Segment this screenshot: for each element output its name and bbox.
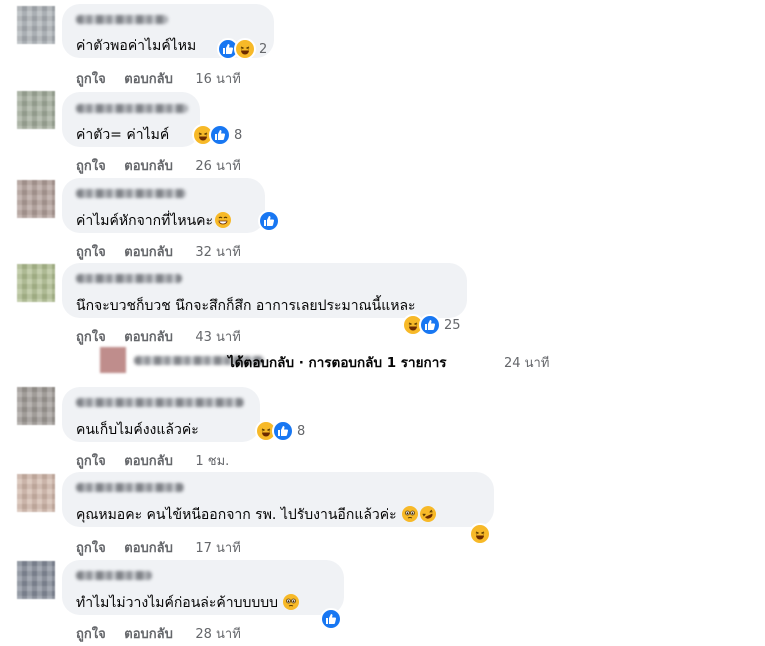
comment-timestamp[interactable]: 16 นาที — [195, 68, 240, 89]
comment-timestamp[interactable]: 32 นาที — [195, 241, 240, 262]
comment-text: ทำไมไม่วางไมค์ก่อนล่ะค้าบบบบบ — [76, 592, 300, 614]
avatar[interactable] — [17, 91, 55, 129]
like-button[interactable]: ถูกใจ — [76, 241, 106, 262]
comment-timestamp[interactable]: 28 นาที — [195, 623, 240, 644]
like-reaction-icon — [320, 608, 342, 630]
like-button[interactable]: ถูกใจ — [76, 537, 106, 558]
comment-author-blurred[interactable] — [76, 104, 188, 113]
comment-actions: ถูกใจ ตอบกลับ 17 นาที — [76, 537, 241, 558]
reply-button[interactable]: ตอบกลับ — [124, 326, 173, 347]
reaction-summary[interactable]: 8 — [255, 420, 305, 442]
reaction-summary[interactable] — [469, 523, 491, 545]
rolling-laughing-emoji-icon — [417, 503, 439, 525]
comment-bubble: คนเก็บไมค์งงแล้วค่ะ — [62, 387, 260, 442]
comment-text: ค่าตัว= ค่าไมค์ — [76, 127, 170, 143]
comment-actions: ถูกใจ ตอบกลับ 1 ชม. — [76, 450, 229, 471]
avatar[interactable] — [17, 561, 55, 599]
reaction-count: 2 — [259, 41, 268, 57]
comment-bubble: ค่าตัว= ค่าไมค์ — [62, 92, 200, 147]
like-reaction-icon — [419, 314, 441, 336]
comment-text-content: คุณหมอคะ คนไข้หนีออกจาก รพ. ไปรับงานอีกแ… — [76, 507, 397, 523]
like-reaction-icon — [258, 210, 280, 232]
comment-bubble: ค่าไมค์หักจากที่ไหนคะ — [62, 178, 265, 233]
reply-button[interactable]: ตอบกลับ — [124, 68, 173, 89]
comment-bubble: นึกจะบวชก็บวช นึกจะสึกก็สึก อาการเลยประม… — [62, 263, 467, 318]
comment-text: คุณหมอคะ คนไข้หนีออกจาก รพ. ไปรับงานอีกแ… — [76, 503, 439, 526]
like-button[interactable]: ถูกใจ — [76, 68, 106, 89]
comment-author-blurred[interactable] — [76, 15, 168, 24]
avatar[interactable] — [17, 264, 55, 302]
reaction-count: 8 — [297, 423, 306, 439]
reply-button[interactable]: ตอบกลับ — [124, 450, 173, 471]
comment-text: นึกจะบวชก็บวช นึกจะสึกก็สึก อาการเลยประม… — [76, 298, 416, 314]
comment-author-blurred[interactable] — [76, 571, 152, 580]
like-reaction-icon — [209, 124, 231, 146]
reply-button[interactable]: ตอบกลับ — [124, 537, 173, 558]
comment-actions: ถูกใจ ตอบกลับ 32 นาที — [76, 241, 241, 262]
reply-button[interactable]: ตอบกลับ — [124, 155, 173, 176]
reaction-summary[interactable]: 2 — [217, 38, 267, 60]
reaction-summary[interactable]: 8 — [192, 124, 242, 146]
comment-timestamp[interactable]: 1 ชม. — [195, 450, 229, 471]
comment-author-blurred[interactable] — [76, 274, 182, 283]
reaction-summary[interactable]: 25 — [402, 314, 461, 336]
reply-avatar — [100, 347, 126, 373]
reply-button[interactable]: ตอบกลับ — [124, 241, 173, 262]
reply-summary-text[interactable]: ได้ตอบกลับ · การตอบกลับ 1 รายการ — [228, 351, 447, 373]
comment-bubble: คุณหมอคะ คนไข้หนีออกจาก รพ. ไปรับงานอีกแ… — [62, 472, 494, 527]
pleading-face-emoji-icon — [401, 506, 418, 522]
reaction-summary[interactable] — [320, 608, 342, 630]
comment-actions: ถูกใจ ตอบกลับ 26 นาที — [76, 155, 241, 176]
comment-bubble: ทำไมไม่วางไมค์ก่อนล่ะค้าบบบบบ — [62, 560, 344, 615]
comment-author-blurred[interactable] — [76, 189, 186, 198]
reaction-count: 25 — [444, 317, 461, 333]
comment-text: ค่าไมค์หักจากที่ไหนคะ — [76, 210, 232, 232]
like-button[interactable]: ถูกใจ — [76, 450, 106, 471]
comment-actions: ถูกใจ ตอบกลับ 16 นาที — [76, 68, 241, 89]
comment-text-content: ค่าไมค์หักจากที่ไหนคะ — [76, 213, 214, 229]
like-button[interactable]: ถูกใจ — [76, 623, 106, 644]
pleading-face-emoji-icon — [283, 594, 300, 610]
avatar[interactable] — [17, 474, 55, 512]
comment-text: คนเก็บไมค์งงแล้วค่ะ — [76, 422, 199, 438]
comment-author-blurred[interactable] — [76, 398, 244, 407]
like-button[interactable]: ถูกใจ — [76, 155, 106, 176]
comment-timestamp[interactable]: 17 นาที — [195, 537, 240, 558]
comment-text-content: ทำไมไม่วางไมค์ก่อนล่ะค้าบบบบบ — [76, 595, 279, 611]
comment-actions: ถูกใจ ตอบกลับ 43 นาที — [76, 326, 241, 347]
comment-timestamp[interactable]: 43 นาที — [195, 326, 240, 347]
reaction-count: 8 — [234, 127, 243, 143]
comment-text: ค่าตัวพอค่าไมค์ไหม — [76, 38, 197, 54]
comment-actions: ถูกใจ ตอบกลับ 28 นาที — [76, 623, 241, 644]
grinning-smiling-eyes-emoji-icon — [215, 212, 232, 228]
comment-timestamp[interactable]: 26 นาที — [195, 155, 240, 176]
reply-timestamp: 24 นาที — [504, 356, 550, 371]
avatar[interactable] — [17, 180, 55, 218]
avatar[interactable] — [17, 6, 55, 44]
haha-reaction-icon — [234, 38, 256, 60]
avatar[interactable] — [17, 387, 55, 425]
like-button[interactable]: ถูกใจ — [76, 326, 106, 347]
view-replies-link[interactable]: ได้ตอบกลับ · การตอบกลับ 1 รายการ 24 นาที — [100, 345, 760, 375]
comment-author-blurred[interactable] — [76, 483, 184, 492]
like-reaction-icon — [272, 420, 294, 442]
reaction-summary[interactable] — [258, 210, 280, 232]
haha-reaction-icon — [469, 523, 491, 545]
reply-button[interactable]: ตอบกลับ — [124, 623, 173, 644]
